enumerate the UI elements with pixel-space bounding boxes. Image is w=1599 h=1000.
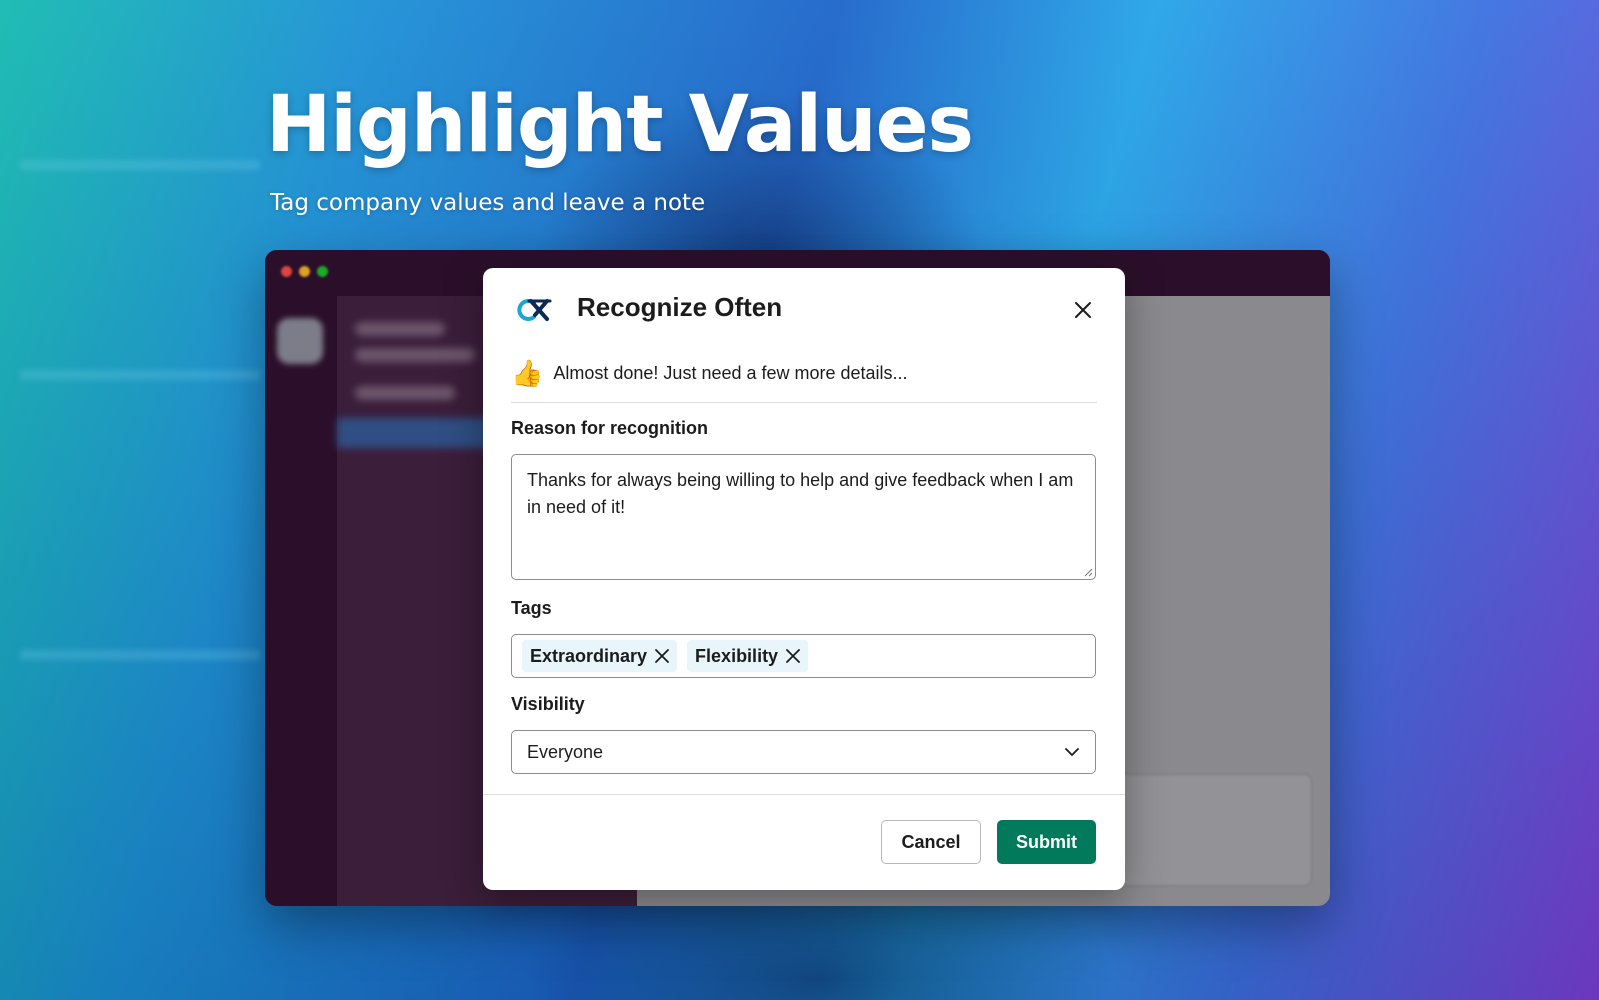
submit-button[interactable]: Submit (997, 820, 1096, 864)
workspace-rail (265, 296, 337, 906)
tag-chip: Extraordinary (522, 640, 678, 672)
reason-textarea[interactable]: Thanks for always being willing to help … (511, 454, 1096, 580)
reason-label: Reason for recognition (511, 418, 709, 438)
workspace-icon (277, 318, 323, 364)
blurred-workspace-name (355, 322, 445, 336)
chevron-down-icon (1065, 748, 1079, 756)
close-icon (786, 649, 800, 663)
visibility-select[interactable]: Everyone (511, 730, 1096, 774)
tags-input[interactable]: Extraordinary Flexibility (511, 634, 1096, 678)
thumbs-up-icon: 👍 (511, 358, 544, 388)
recognize-modal: Recognize Often 👍 Almost done! Just need… (483, 268, 1125, 890)
tag-label: Extraordinary (530, 645, 648, 666)
blurred-user-status (355, 348, 475, 362)
blurred-channels-header (355, 386, 455, 400)
remove-tag-button[interactable] (655, 649, 669, 663)
background-shelf (20, 160, 260, 170)
visibility-selected-value: Everyone (527, 741, 604, 762)
close-icon (1075, 302, 1091, 318)
background-shelf (20, 650, 260, 660)
recognize-often-logo-icon (517, 299, 552, 321)
tag-chip: Flexibility (687, 640, 809, 672)
window-close-dot (281, 266, 292, 277)
divider (483, 794, 1125, 795)
background-shelf (20, 370, 260, 380)
window-minimize-dot (299, 266, 310, 277)
close-icon (655, 649, 669, 663)
hero-subtitle: Tag company values and leave a note (270, 190, 706, 216)
status-notice: 👍 Almost done! Just need a few more deta… (511, 358, 908, 388)
visibility-label: Visibility (511, 694, 585, 714)
resize-handle-icon[interactable] (1083, 567, 1093, 577)
cancel-button[interactable]: Cancel (881, 820, 981, 864)
tag-label: Flexibility (695, 645, 779, 666)
close-button[interactable] (1067, 294, 1099, 326)
remove-tag-button[interactable] (786, 649, 800, 663)
notice-text: Almost done! Just need a few more detail… (553, 362, 908, 383)
hero-title: Highlight Values (266, 80, 974, 170)
divider (511, 402, 1097, 403)
tags-label: Tags (511, 598, 552, 618)
modal-title: Recognize Often (577, 292, 783, 322)
window-zoom-dot (317, 266, 328, 277)
